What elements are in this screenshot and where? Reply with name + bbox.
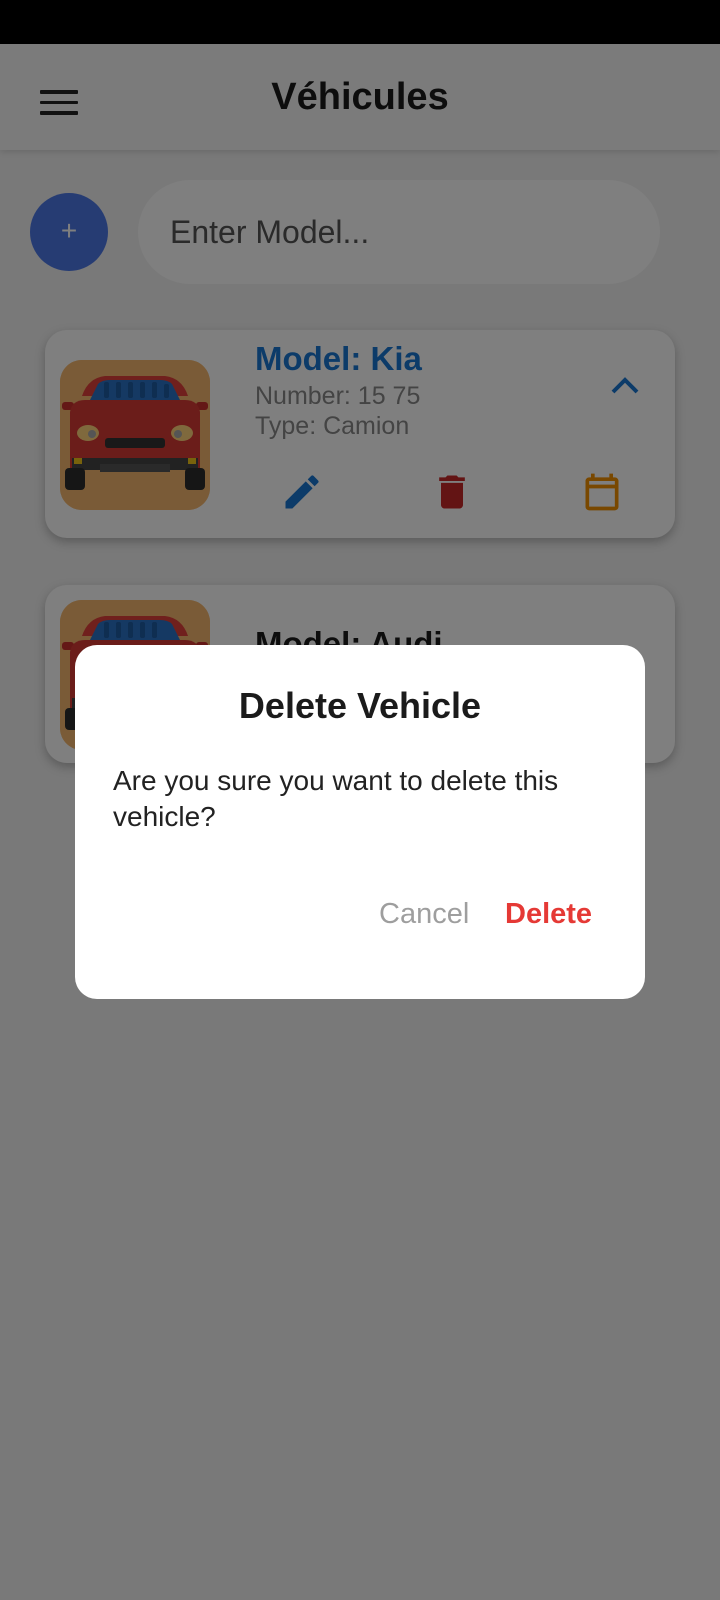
cancel-button[interactable]: Cancel (379, 898, 469, 931)
dialog-title: Delete Vehicle (238, 685, 482, 726)
dialog-message: Are you sure you want to delete this veh… (113, 765, 559, 832)
confirm-delete-button[interactable]: Delete (505, 898, 592, 931)
delete-vehicle-dialog: Delete Vehicle Are you sure you want to … (75, 645, 645, 999)
